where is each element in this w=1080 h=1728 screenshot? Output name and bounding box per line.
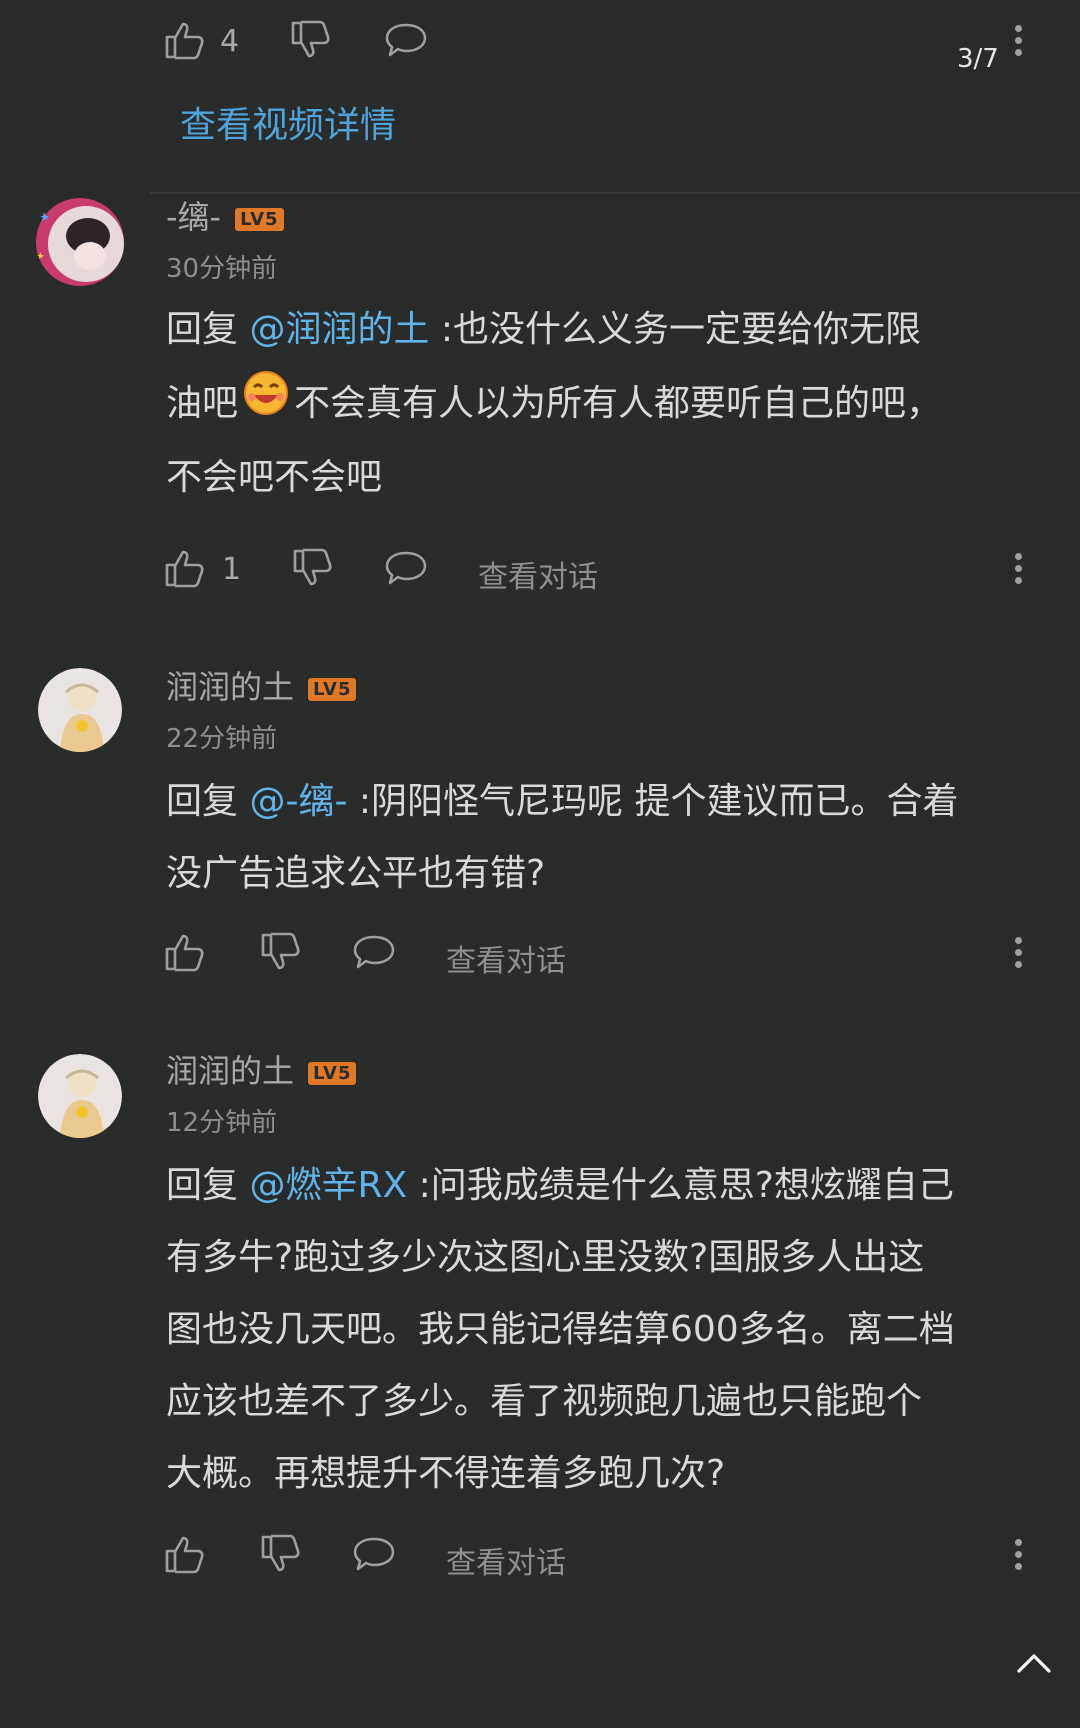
comment-line-text: :阴阳怪气尼玛呢 提个建议而已。合着 xyxy=(347,781,959,822)
reply-prefix: 回复 xyxy=(166,781,250,822)
like-button[interactable] xyxy=(164,1534,206,1574)
level-badge: LV5 xyxy=(308,677,357,701)
level-badge: LV5 xyxy=(308,1061,357,1085)
reply-button[interactable] xyxy=(384,550,428,586)
username-text: 润润的土 xyxy=(166,668,295,706)
comment-line-text: 油吧 xyxy=(166,383,239,424)
more-options-icon[interactable] xyxy=(1015,932,1022,973)
comment-line: 回复 @燃辛RX :问我成绩是什么意思?想炫耀自己 xyxy=(166,1150,1056,1222)
laughing-emoji-icon xyxy=(242,369,290,442)
view-conversation-link[interactable]: 查看对话 xyxy=(446,1538,566,1582)
mention-link[interactable]: @润润的土 xyxy=(249,309,429,350)
comment-bubble-icon xyxy=(353,1537,395,1571)
like-button[interactable] xyxy=(164,548,206,588)
mention-link[interactable]: @-缡- xyxy=(249,781,347,822)
view-conversation-link[interactable]: 查看对话 xyxy=(478,552,598,596)
comment-text: 回复 @润润的土 :也没什么义务一定要给你无限 油吧 不会真有人以为所有人都要听… xyxy=(166,294,1046,514)
view-video-details-link[interactable]: 查看视频详情 xyxy=(180,96,396,148)
more-options-icon[interactable] xyxy=(1015,1534,1022,1575)
avatar[interactable] xyxy=(38,1054,122,1138)
comment-line: 回复 @润润的土 :也没什么义务一定要给你无限 xyxy=(166,294,1046,366)
like-count: 4 xyxy=(220,24,240,59)
username-text: 润润的土 xyxy=(166,1052,295,1090)
reply-prefix: 回复 xyxy=(166,1165,250,1206)
divider xyxy=(150,192,1080,194)
reply-button[interactable] xyxy=(384,22,428,58)
more-options-icon[interactable] xyxy=(1015,20,1022,61)
thumbs-up-icon xyxy=(165,934,204,972)
comment-line: 图也没几天吧。我只能记得结算600多名。离二档 xyxy=(166,1309,955,1350)
timestamp: 22分钟前 xyxy=(166,724,278,754)
comment-line: 大概。再想提升不得连着多跑几次? xyxy=(166,1453,726,1494)
username[interactable]: 润润的土 LV5 xyxy=(166,1046,357,1092)
comment-line-text: :也没什么义务一定要给你无限 xyxy=(429,309,922,350)
view-conversation-link[interactable]: 查看对话 xyxy=(446,936,566,980)
comment-bubble-icon xyxy=(385,23,427,57)
like-button[interactable] xyxy=(164,932,206,972)
comment-line: 有多牛?跑过多少次这图心里没数?国服多人出这 xyxy=(166,1237,925,1278)
chevron-up-icon xyxy=(1017,1654,1051,1673)
thumbs-up-icon xyxy=(165,550,204,588)
thumbs-down-icon xyxy=(293,548,332,586)
comment-line: 不会吧不会吧 xyxy=(166,456,383,498)
username[interactable]: 润润的土 LV5 xyxy=(166,662,357,708)
thumbs-down-icon xyxy=(261,1534,300,1572)
comment-line: 油吧 不会真有人以为所有人都要听自己的吧， xyxy=(166,368,1046,442)
comment-bubble-icon xyxy=(385,551,427,585)
like-count: 1 xyxy=(222,552,242,587)
reply-button[interactable] xyxy=(352,934,396,970)
dislike-button[interactable] xyxy=(290,20,332,60)
reply-button[interactable] xyxy=(352,1536,396,1572)
username[interactable]: -缡- LV5 xyxy=(166,192,284,238)
timestamp: 12分钟前 xyxy=(166,1108,278,1138)
page-indicator: 3/7 xyxy=(957,44,999,74)
comment-text: 回复 @燃辛RX :问我成绩是什么意思?想炫耀自己 有多牛?跑过多少次这图心里没… xyxy=(166,1150,1056,1510)
dislike-button[interactable] xyxy=(292,548,334,588)
comment-bubble-icon xyxy=(353,935,395,969)
thumbs-up-icon xyxy=(165,22,204,60)
reply-prefix: 回复 xyxy=(166,309,250,350)
avatar-image xyxy=(38,668,122,752)
avatar[interactable] xyxy=(38,668,122,752)
thumbs-up-icon xyxy=(165,1536,204,1574)
avatar-image xyxy=(36,198,124,286)
comment-line-text: :问我成绩是什么意思?想炫耀自己 xyxy=(407,1165,954,1206)
scroll-to-top-button[interactable] xyxy=(1016,1652,1052,1674)
username-text: -缡- xyxy=(166,198,222,236)
thumbs-down-icon xyxy=(261,932,300,970)
avatar[interactable] xyxy=(30,192,130,292)
level-badge: LV5 xyxy=(235,207,284,231)
dislike-button[interactable] xyxy=(260,1534,302,1574)
comment-line: 没广告追求公平也有错? xyxy=(166,853,546,894)
comment-line: 回复 @-缡- :阴阳怪气尼玛呢 提个建议而已。合着 xyxy=(166,766,1056,838)
more-options-icon[interactable] xyxy=(1015,548,1022,589)
avatar-image xyxy=(38,1054,122,1138)
thumbs-down-icon xyxy=(291,20,330,58)
mention-link[interactable]: @燃辛RX xyxy=(249,1165,407,1206)
like-button[interactable] xyxy=(164,20,206,60)
comment-line-text: 不会真有人以为所有人都要听自己的吧， xyxy=(294,383,943,424)
comment-text: 回复 @-缡- :阴阳怪气尼玛呢 提个建议而已。合着 没广告追求公平也有错? xyxy=(166,766,1056,910)
dislike-button[interactable] xyxy=(260,932,302,972)
timestamp: 30分钟前 xyxy=(166,254,278,284)
comment-line: 应该也差不了多少。看了视频跑几遍也只能跑个 xyxy=(166,1381,923,1422)
